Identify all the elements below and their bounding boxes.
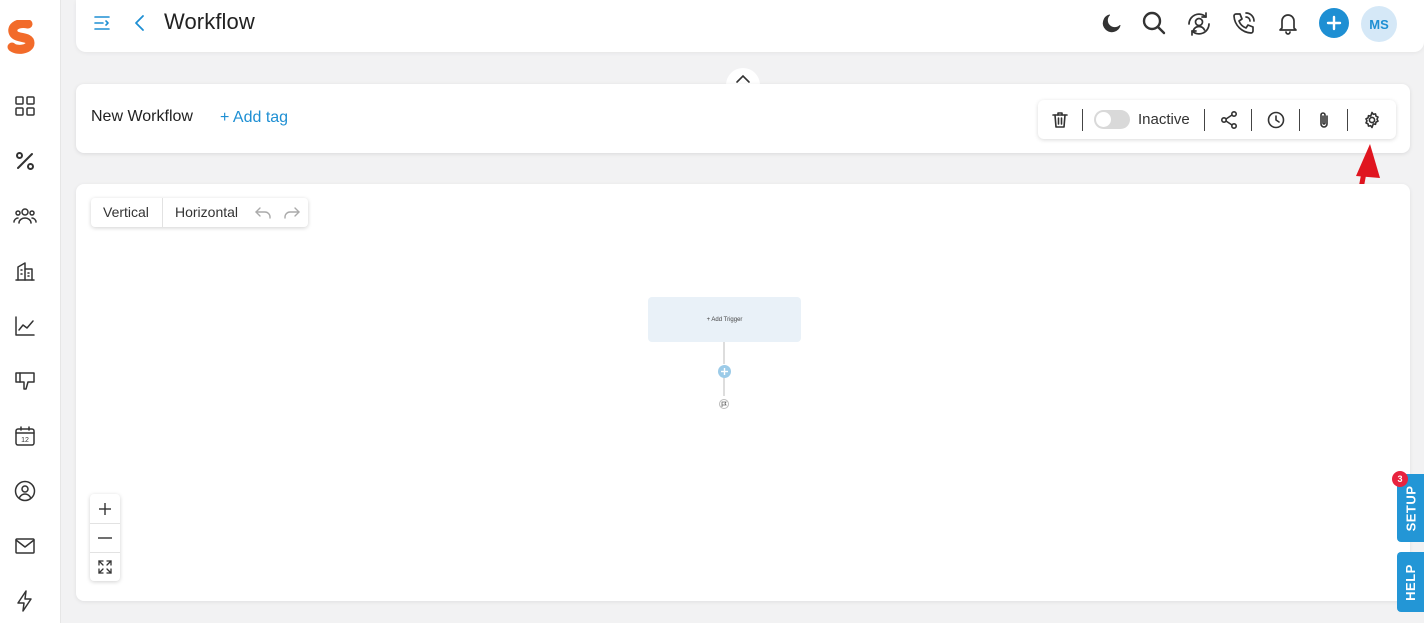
phone-icon[interactable] [1230, 9, 1258, 37]
help-tab[interactable]: HELP [1397, 552, 1424, 612]
trash-icon[interactable] [1048, 108, 1072, 132]
user-sync-icon[interactable] [1184, 9, 1214, 39]
horizontal-button[interactable]: Horizontal [175, 198, 238, 227]
workflow-name[interactable]: New Workflow [91, 108, 193, 126]
workflow-bar: New Workflow + Add tag Inactive [76, 84, 1410, 153]
svg-text:12: 12 [21, 437, 29, 444]
workflow-canvas[interactable]: Vertical Horizontal + Add Trigger [76, 184, 1410, 601]
workflow-toolbar: Inactive [1038, 100, 1396, 139]
mail-icon[interactable] [12, 533, 38, 559]
buildings-icon[interactable] [12, 258, 38, 284]
page-title: Workflow [164, 9, 255, 34]
status-label: Inactive [1138, 111, 1190, 128]
dashboard-icon[interactable] [12, 93, 38, 119]
add-tag-button[interactable]: + Add tag [220, 109, 288, 127]
toolbar-divider [1082, 109, 1083, 131]
fit-view-button[interactable] [90, 552, 120, 581]
bell-icon[interactable] [1274, 9, 1302, 37]
toolbar-divider [1251, 109, 1252, 131]
redo-icon[interactable] [283, 204, 301, 222]
top-header: Workflow MS [76, 0, 1424, 52]
share-icon[interactable] [1217, 108, 1241, 132]
plus-icon[interactable] [1319, 8, 1349, 38]
sidebar: 12 [0, 0, 61, 623]
back-chevron-icon[interactable] [128, 11, 152, 35]
vertical-button[interactable]: Vertical [103, 198, 149, 227]
gear-icon[interactable] [1360, 108, 1384, 132]
lightning-icon[interactable] [12, 588, 38, 614]
setup-label: SETUP [1403, 485, 1418, 531]
orientation-divider [162, 198, 163, 227]
setup-badge: 3 [1392, 471, 1408, 487]
chart-line-icon[interactable] [12, 313, 38, 339]
avatar[interactable]: MS [1361, 6, 1397, 42]
orientation-toggle: Vertical Horizontal [91, 198, 308, 227]
clock-icon[interactable] [1264, 108, 1288, 132]
zoom-out-button[interactable] [90, 523, 120, 552]
moon-icon[interactable] [1098, 9, 1126, 37]
chevron-up-icon [736, 74, 750, 83]
plus-icon [99, 502, 111, 515]
active-toggle[interactable] [1094, 110, 1130, 129]
user-circle-icon[interactable] [12, 478, 38, 504]
help-label: HELP [1403, 563, 1419, 601]
plus-icon [721, 368, 728, 375]
undo-icon[interactable] [254, 204, 272, 222]
add-step-button[interactable] [718, 365, 731, 378]
minus-icon [98, 536, 112, 539]
menu-collapse-icon[interactable] [90, 11, 114, 35]
toggle-knob [1096, 112, 1111, 127]
users-icon[interactable] [12, 203, 38, 229]
toolbar-divider [1347, 109, 1348, 131]
toolbar-divider [1299, 109, 1300, 131]
toolbar-divider [1204, 109, 1205, 131]
zoom-in-button[interactable] [90, 494, 120, 523]
app-logo[interactable] [6, 19, 36, 54]
paperclip-icon[interactable] [1312, 108, 1336, 132]
add-trigger-node[interactable]: + Add Trigger [648, 297, 801, 342]
calendar-icon[interactable]: 12 [12, 423, 38, 449]
percent-icon[interactable] [12, 148, 38, 174]
end-flag-icon [719, 399, 729, 409]
zoom-controls [90, 494, 120, 581]
thumbs-down-icon[interactable] [12, 368, 38, 394]
search-icon[interactable] [1140, 9, 1168, 37]
expand-icon [98, 559, 112, 574]
